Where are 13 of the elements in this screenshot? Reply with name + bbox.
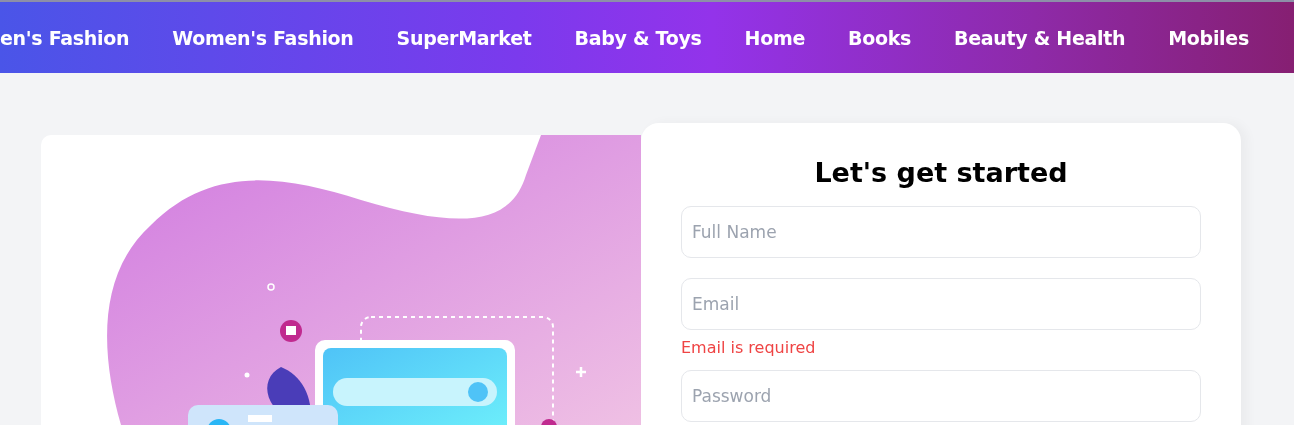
nav-link[interactable]: Baby & Toys <box>574 26 702 49</box>
input-field[interactable]: Password <box>681 370 1201 422</box>
form-title: Let's get started <box>813 157 1069 188</box>
input-field[interactable]: Email <box>681 278 1201 330</box>
nav-link[interactable]: Mobiles <box>1168 26 1249 49</box>
input-field[interactable]: Full Name <box>681 206 1201 258</box>
nav-link[interactable]: SuperMarket <box>396 26 532 49</box>
nav-link[interactable]: Home <box>744 26 805 49</box>
nav-link[interactable]: en's Fashion <box>0 26 130 49</box>
nav-link[interactable]: Beauty & Health <box>954 26 1126 49</box>
nav-link[interactable]: Books <box>848 26 912 49</box>
error-message: Email is required <box>681 338 817 357</box>
nav-link[interactable]: Women's Fashion <box>172 26 354 49</box>
